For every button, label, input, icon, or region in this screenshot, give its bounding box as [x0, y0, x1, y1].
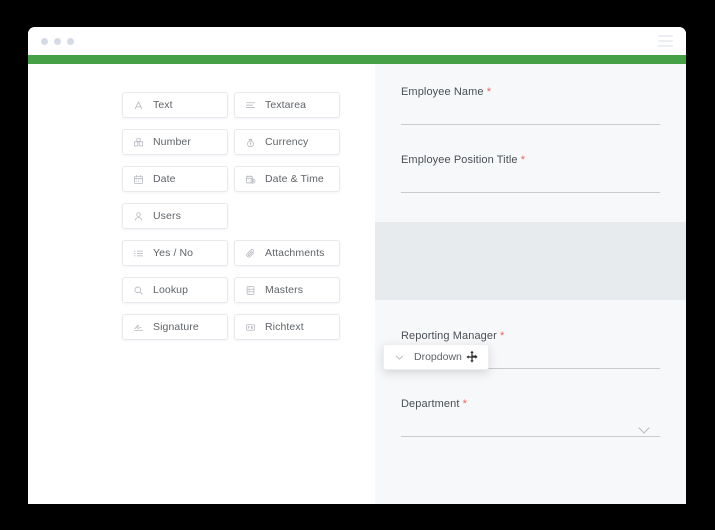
- dragged-card-label: Dropdown: [414, 351, 462, 363]
- menu-line: [658, 45, 673, 47]
- palette-item-signature[interactable]: Signature: [122, 314, 228, 340]
- form-field-employee-name: Employee Name *: [375, 86, 686, 125]
- employee-name-input[interactable]: [401, 124, 660, 125]
- menu-line: [658, 40, 673, 42]
- form-field-employee-position-title: Employee Position Title *: [375, 154, 686, 193]
- drop-target-zone[interactable]: [375, 222, 686, 300]
- field-label: Reporting Manager *: [401, 330, 660, 342]
- browser-window: Text Textarea Number Currency Date Date …: [28, 27, 686, 504]
- letter-a-icon: [131, 99, 146, 112]
- calendar-icon: [131, 173, 146, 186]
- palette-item-lookup[interactable]: Lookup: [122, 277, 228, 303]
- minimize-dot-icon[interactable]: [54, 38, 61, 45]
- palette-item-label: Attachments: [265, 247, 325, 259]
- palette-item-text[interactable]: Text: [122, 92, 228, 118]
- palette-item-label: Number: [153, 136, 191, 148]
- palette-item-label: Currency: [265, 136, 309, 148]
- palette-item-label: Date: [153, 173, 176, 185]
- chevron-down-icon: [392, 351, 407, 364]
- form-field-department: Department *: [375, 398, 686, 437]
- close-dot-icon[interactable]: [41, 38, 48, 45]
- money-bag-icon: [243, 136, 258, 149]
- palette-item-attachments[interactable]: Attachments: [234, 240, 340, 266]
- field-label-text: Employee Position Title: [401, 154, 518, 166]
- required-asterisk: *: [486, 86, 492, 98]
- palette-item-label: Users: [153, 210, 181, 222]
- field-label: Department *: [401, 398, 660, 410]
- traffic-light-dots: [41, 38, 74, 45]
- richtext-box-icon: [243, 321, 258, 334]
- palette-item-label: Date & Time: [265, 173, 324, 185]
- palette-item-currency[interactable]: Currency: [234, 129, 340, 155]
- text-lines-icon: [243, 99, 258, 112]
- employee-position-title-input[interactable]: [401, 192, 660, 193]
- form-preview-panel: Employee Name * Employee Position Title …: [375, 64, 686, 504]
- field-label-text: Department: [401, 398, 460, 410]
- palette-item-label: Yes / No: [153, 247, 194, 259]
- maximize-dot-icon[interactable]: [67, 38, 74, 45]
- menu-line: [658, 35, 673, 37]
- palette-grid: Text Textarea Number Currency Date Date …: [122, 92, 375, 340]
- checklist-icon: [131, 247, 146, 260]
- required-asterisk: *: [462, 398, 468, 410]
- number-grid-icon: [131, 136, 146, 149]
- palette-item-masters[interactable]: Masters: [234, 277, 340, 303]
- field-type-palette: Text Textarea Number Currency Date Date …: [28, 64, 375, 504]
- palette-item-label: Richtext: [265, 321, 304, 333]
- magnifier-icon: [131, 284, 146, 297]
- palette-item-textarea[interactable]: Textarea: [234, 92, 340, 118]
- app-body: Text Textarea Number Currency Date Date …: [28, 64, 686, 504]
- field-label-text: Reporting Manager: [401, 330, 497, 342]
- signature-pen-icon: [131, 321, 146, 334]
- database-icon: [243, 284, 258, 297]
- move-cursor-icon: [465, 350, 479, 364]
- department-select[interactable]: [401, 436, 660, 437]
- browser-title-bar: [28, 27, 686, 55]
- paperclip-icon: [243, 247, 258, 260]
- palette-item-richtext[interactable]: Richtext: [234, 314, 340, 340]
- required-asterisk: *: [500, 330, 505, 342]
- palette-item-users[interactable]: Users: [122, 203, 228, 229]
- hamburger-menu-icon[interactable]: [658, 35, 673, 47]
- palette-item-label: Lookup: [153, 284, 189, 296]
- user-icon: [131, 210, 146, 223]
- green-accent-bar: [28, 55, 686, 64]
- palette-item-date[interactable]: Date: [122, 166, 228, 192]
- field-label: Employee Position Title *: [401, 154, 660, 166]
- palette-item-label: Text: [153, 99, 173, 111]
- field-label-text: Employee Name: [401, 86, 484, 98]
- palette-item-label: Signature: [153, 321, 199, 333]
- required-asterisk: *: [520, 154, 526, 166]
- calendar-clock-icon: [243, 173, 258, 186]
- field-label: Employee Name *: [401, 86, 660, 98]
- palette-item-date-time[interactable]: Date & Time: [234, 166, 340, 192]
- palette-item-number[interactable]: Number: [122, 129, 228, 155]
- palette-item-yes-no[interactable]: Yes / No: [122, 240, 228, 266]
- palette-item-label: Textarea: [265, 99, 307, 111]
- palette-item-label: Masters: [265, 284, 304, 296]
